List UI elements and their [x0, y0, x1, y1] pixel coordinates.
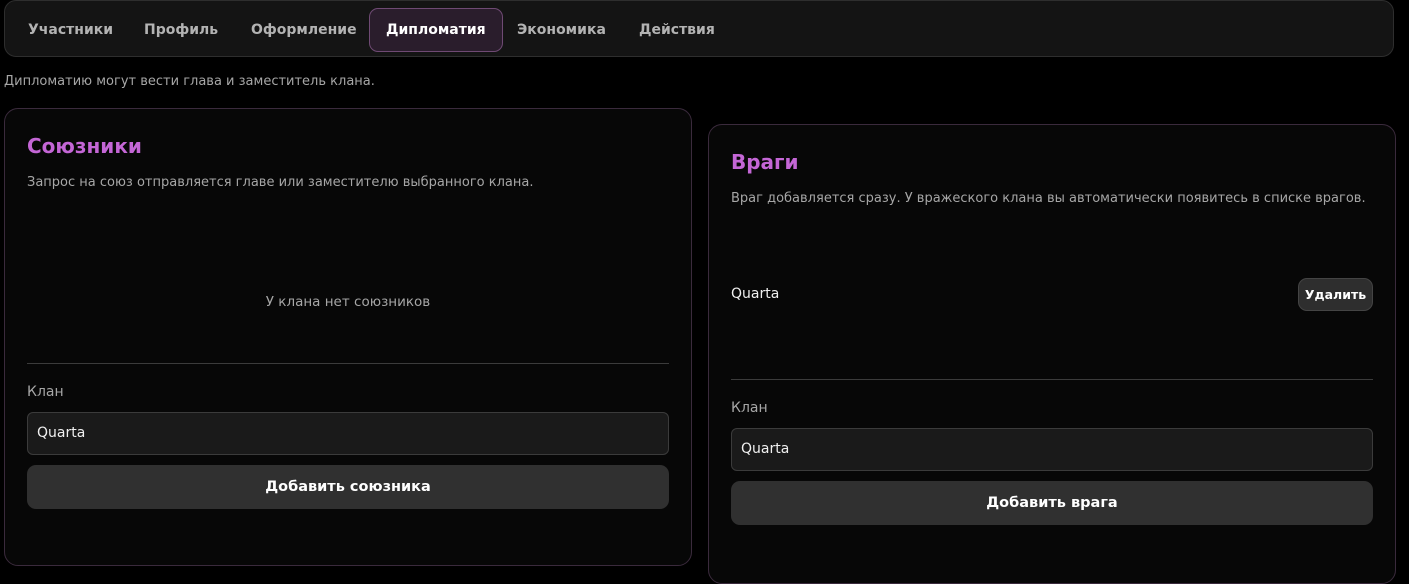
add-enemy-button[interactable]: Добавить врага [731, 481, 1373, 525]
allies-clan-label: Клан [27, 384, 64, 400]
allies-title: Союзники [27, 134, 142, 158]
allies-clan-input[interactable]: Quarta [27, 412, 669, 455]
enemy-name: Quarta [731, 286, 780, 302]
tab-diplomacy[interactable]: Дипломатия [369, 8, 503, 52]
remove-enemy-button[interactable]: Удалить [1298, 278, 1373, 311]
tab-members[interactable]: Участники [11, 8, 130, 52]
divider [731, 379, 1373, 380]
allies-empty-state: У клана нет союзников [265, 294, 431, 310]
tab-economy[interactable]: Экономика [500, 8, 623, 52]
enemies-card: Враги Враг добавляется сразу. У вражеско… [708, 124, 1396, 584]
enemies-clan-input[interactable]: Quarta [731, 428, 1373, 471]
enemies-clan-label: Клан [731, 400, 768, 416]
enemies-description: Враг добавляется сразу. У вражеского кла… [731, 191, 1366, 206]
diplomacy-hint: Дипломатию могут вести глава и заместите… [4, 74, 375, 89]
enemies-title: Враги [731, 150, 799, 174]
tab-appearance[interactable]: Оформление [234, 8, 374, 52]
tab-bar: Участники Профиль Оформление Дипломатия … [4, 0, 1394, 57]
divider [27, 363, 669, 364]
allies-description: Запрос на союз отправляется главе или за… [27, 175, 534, 190]
tab-profile[interactable]: Профиль [127, 8, 235, 52]
add-ally-button[interactable]: Добавить союзника [27, 465, 669, 509]
allies-card: Союзники Запрос на союз отправляется гла… [4, 108, 692, 566]
tab-actions[interactable]: Действия [622, 8, 732, 52]
